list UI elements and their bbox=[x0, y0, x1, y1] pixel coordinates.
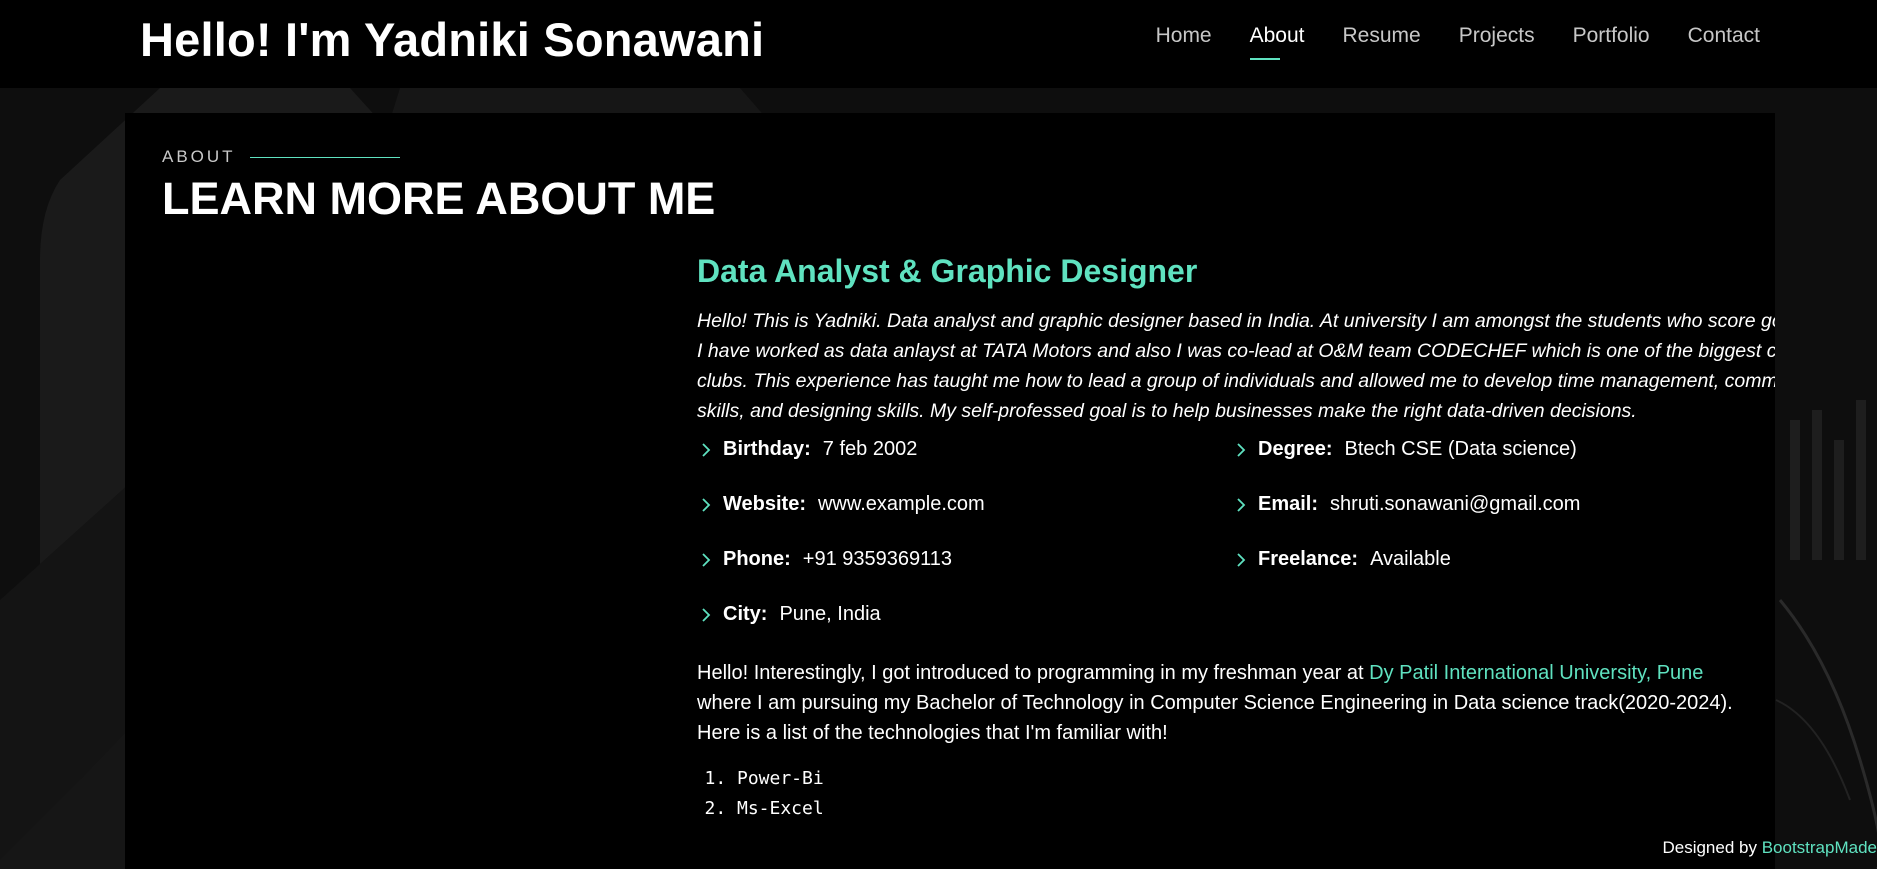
credit-prefix: Designed by bbox=[1662, 838, 1762, 857]
chevron-right-icon bbox=[702, 442, 711, 457]
nav-contact[interactable]: Contact bbox=[1688, 24, 1760, 56]
chevron-right-icon bbox=[1237, 497, 1246, 512]
detail-value: Btech CSE (Data science) bbox=[1344, 438, 1577, 460]
nav-projects[interactable]: Projects bbox=[1459, 24, 1535, 56]
footer-credit: Designed by BootstrapMade bbox=[1662, 838, 1877, 858]
nav-home[interactable]: Home bbox=[1156, 24, 1212, 56]
detail-value: shruti.sonawani@gmail.com bbox=[1330, 493, 1581, 515]
detail-label: Phone: bbox=[723, 548, 791, 570]
details-list: Birthday: 7 feb 2002 Website: www.exampl… bbox=[697, 438, 1775, 658]
detail-value: Available bbox=[1370, 548, 1451, 570]
eyebrow-divider bbox=[249, 156, 400, 158]
detail-website: Website: www.example.com bbox=[697, 493, 985, 516]
eyebrow-label: ABOUT bbox=[162, 147, 236, 166]
list-item: Power-Bi bbox=[737, 764, 1775, 794]
nav-about[interactable]: About bbox=[1249, 24, 1305, 60]
chevron-right-icon bbox=[1237, 552, 1246, 567]
detail-label: Degree: bbox=[1258, 438, 1333, 460]
section-title: LEARN MORE ABOUT ME bbox=[162, 173, 716, 224]
detail-label: Freelance: bbox=[1258, 548, 1359, 570]
site-header: Hello! I'm Yadniki Sonawani Home About R… bbox=[0, 0, 1877, 88]
detail-label: City: bbox=[723, 603, 768, 625]
site-title[interactable]: Hello! I'm Yadniki Sonawani bbox=[140, 12, 764, 67]
detail-label: Email: bbox=[1258, 493, 1319, 515]
detail-city: City: Pune, India bbox=[697, 603, 881, 626]
detail-phone: Phone: +91 9359369113 bbox=[697, 548, 952, 571]
detail-degree: Degree: Btech CSE (Data science) bbox=[1232, 438, 1577, 461]
detail-value: www.example.com bbox=[817, 493, 985, 515]
about-section: ABOUT LEARN MORE ABOUT ME Data Analyst &… bbox=[125, 113, 1775, 869]
detail-label: Birthday: bbox=[723, 438, 811, 460]
list-item: Ms-Excel bbox=[737, 794, 1775, 824]
university-link[interactable]: Dy Patil International University, Pune bbox=[1369, 662, 1703, 684]
chevron-right-icon bbox=[702, 497, 711, 512]
role-heading: Data Analyst & Graphic Designer bbox=[697, 253, 1198, 289]
detail-value: Pune, India bbox=[779, 603, 881, 625]
nav-resume[interactable]: Resume bbox=[1343, 24, 1421, 56]
intro-paragraph: Hello! This is Yadniki. Data analyst and… bbox=[697, 310, 1775, 422]
chevron-right-icon bbox=[1237, 442, 1246, 457]
chevron-right-icon bbox=[702, 607, 711, 622]
chevron-right-icon bbox=[702, 552, 711, 567]
nav-portfolio[interactable]: Portfolio bbox=[1573, 24, 1650, 56]
detail-email: Email: shruti.sonawani@gmail.com bbox=[1232, 493, 1580, 516]
bootstrapmade-link[interactable]: BootstrapMade bbox=[1762, 838, 1877, 857]
detail-value: 7 feb 2002 bbox=[822, 438, 918, 460]
detail-freelance: Freelance: Available bbox=[1232, 548, 1451, 571]
bio-text-start: Hello! Interestingly, I got introduced t… bbox=[697, 662, 1370, 684]
section-eyebrow: ABOUT bbox=[162, 147, 400, 167]
detail-label: Website: bbox=[723, 493, 806, 515]
main-nav: Home About Resume Projects Portfolio Con… bbox=[1156, 24, 1760, 60]
technology-list: Power-Bi Ms-Excel bbox=[697, 764, 1775, 824]
about-content: Data Analyst & Graphic Designer Hello! T… bbox=[697, 253, 1775, 824]
detail-value: +91 9359369113 bbox=[802, 548, 953, 570]
detail-birthday: Birthday: 7 feb 2002 bbox=[697, 438, 917, 461]
bio-paragraph: Hello! Interestingly, I got introduced t… bbox=[697, 658, 1747, 748]
bio-text-end: where I am pursuing my Bachelor of Techn… bbox=[697, 692, 1733, 744]
